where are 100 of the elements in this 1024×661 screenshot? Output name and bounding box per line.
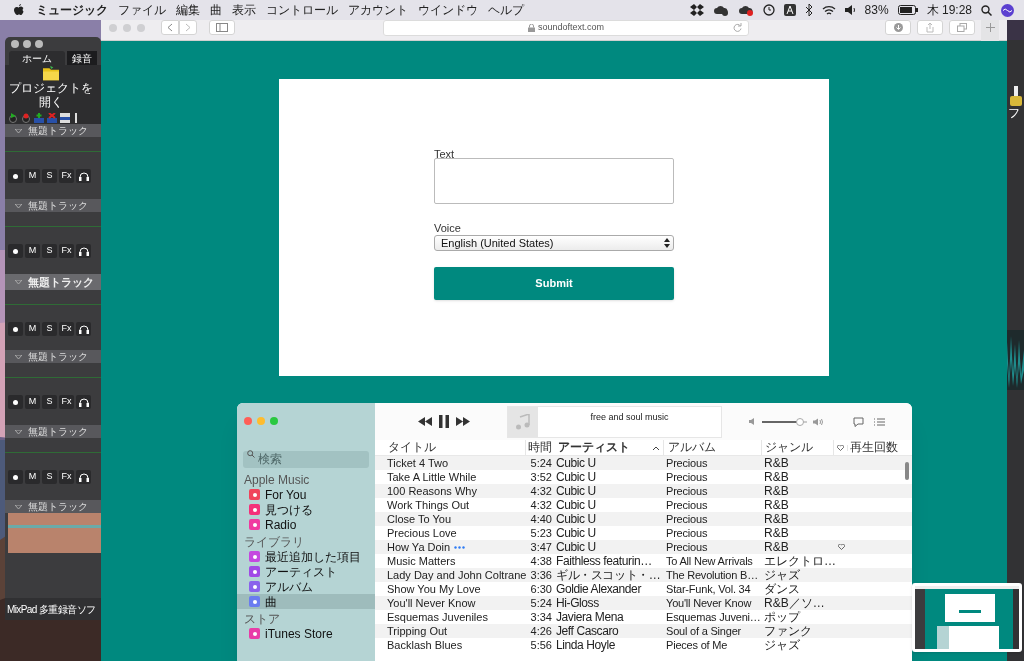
menu-clock[interactable]: 木 19:28: [926, 1, 972, 19]
table-cell[interactable]: Music Matters: [387, 554, 456, 568]
track-button[interactable]: S: [42, 322, 57, 336]
table-cell[interactable]: Work Things Out: [387, 498, 470, 512]
table-cell[interactable]: Precious Love: [387, 526, 457, 540]
table-cell[interactable]: Esquemas Juveniles: [387, 610, 488, 624]
track-button[interactable]: M: [25, 169, 40, 183]
table-cell[interactable]: Close To You: [387, 512, 452, 526]
table-cell-text: Precious: [665, 540, 709, 554]
table-cell-text: Cubic U: [555, 540, 597, 554]
app-menu[interactable]: ミュージック: [36, 1, 108, 19]
table-cell[interactable]: You'll Never Know: [387, 596, 476, 610]
table-cell[interactable]: Backlash Blues: [387, 638, 463, 652]
track-button[interactable]: M: [25, 322, 40, 336]
table-cell-text: Precious: [665, 512, 709, 526]
table-cell-text: R&B: [763, 526, 790, 540]
table-cell-text: 4:40: [529, 512, 552, 526]
track-button[interactable]: S: [42, 470, 57, 484]
track-header[interactable]: 無題トラック: [5, 199, 101, 212]
table-cell-text: ジャズ: [763, 568, 801, 582]
table-cell-text: R&B: [763, 470, 790, 484]
table-cell[interactable]: Lady Day and John Coltrane: [387, 568, 527, 582]
track-button[interactable]: M: [25, 395, 40, 409]
sidebar-item[interactable]: iTunes Store: [237, 626, 375, 641]
table-cell-text: 4:38: [529, 554, 552, 568]
table-cell[interactable]: Show You My Love: [387, 582, 481, 596]
battery-percentage: 83%: [864, 2, 889, 19]
track-header[interactable]: 無題トラック: [5, 350, 101, 363]
track-name: 無題トラック: [28, 124, 88, 138]
submit-button[interactable]: Submit: [434, 267, 674, 300]
table-cell-text: 5:23: [529, 526, 552, 540]
track-header[interactable]: 無題トラック: [5, 500, 101, 513]
table-cell-text: Cubic U: [555, 526, 597, 540]
table-cell-text: Precious: [665, 484, 709, 498]
track-name: 無題トラック: [28, 500, 88, 514]
tab[interactable]: 録音: [67, 51, 97, 65]
menu-item[interactable]: ヘルプ: [488, 1, 524, 19]
track-header[interactable]: 無題トラック: [5, 425, 101, 438]
table-cell-text: Faithless featurin…: [555, 554, 653, 568]
track-button[interactable]: S: [42, 169, 57, 183]
column-header[interactable]: タイトル: [387, 440, 526, 455]
table-cell-text: Goldie Alexander: [555, 582, 643, 596]
track-button[interactable]: M: [25, 244, 40, 258]
menu-item[interactable]: アカウント: [348, 1, 408, 19]
sidebar-item[interactable]: 見つける: [237, 502, 375, 517]
track-header[interactable]: 無題トラック: [5, 124, 101, 137]
track-header[interactable]: 無題トラック: [5, 274, 101, 290]
menu-item[interactable]: 表示: [232, 1, 256, 19]
column-header[interactable]: アルバム: [664, 440, 762, 455]
column-header[interactable]: アーティスト: [558, 440, 630, 455]
table-cell-text: You'll Never Know: [665, 596, 753, 610]
column-header[interactable]: 時間: [526, 440, 552, 455]
table-cell-text: ダンス: [763, 582, 801, 596]
table-cell-text: Star-Funk, Vol. 34: [665, 582, 752, 596]
table-cell-text: R&B: [763, 498, 790, 512]
column-header[interactable]: 再生回数: [848, 440, 900, 455]
menu-item[interactable]: 編集: [176, 1, 200, 19]
menu-item[interactable]: ウインドウ: [418, 1, 478, 19]
sidebar-item[interactable]: 最近追加した項目: [237, 549, 375, 564]
track-button[interactable]: M: [25, 470, 40, 484]
table-cell-text: 3:52: [529, 470, 552, 484]
table-cell-text: ジャズ: [763, 638, 801, 652]
section-label: Apple Music: [243, 473, 311, 487]
column-header[interactable]: ジャンル: [762, 440, 834, 455]
table-cell-text: Cubic U: [555, 470, 597, 484]
sidebar-item[interactable]: For You: [237, 487, 375, 502]
track-button[interactable]: S: [42, 395, 57, 409]
track-button[interactable]: Fx: [59, 244, 74, 258]
table-cell-text: Hi-Gloss: [555, 596, 600, 610]
table-cell-text: 5:56: [529, 638, 552, 652]
sidebar-item[interactable]: アーティスト: [237, 564, 375, 579]
table-cell-text: 5:24: [529, 596, 552, 610]
track-button[interactable]: Fx: [59, 322, 74, 336]
track-button[interactable]: Fx: [59, 395, 74, 409]
table-cell-text: 4:32: [529, 484, 552, 498]
search-field[interactable]: 検索: [243, 450, 369, 468]
table-cell[interactable]: Tripping Out: [387, 624, 448, 638]
track-button[interactable]: Fx: [59, 169, 74, 183]
table-cell-text: Cubic U: [555, 498, 597, 512]
sidebar-item[interactable]: 曲: [237, 594, 375, 609]
table-cell-text: Cubic U: [555, 456, 597, 470]
tab[interactable]: ホーム: [9, 51, 65, 65]
sidebar-item[interactable]: アルバム: [237, 579, 375, 594]
table-cell[interactable]: How Ya Doin: [387, 540, 451, 554]
field-label: Text: [434, 147, 456, 160]
table-cell[interactable]: 100 Reasons Why: [387, 484, 477, 498]
sidebar-item[interactable]: Radio: [237, 517, 375, 532]
table-cell-text: Pieces of Me: [665, 638, 729, 652]
menu-item[interactable]: 曲: [210, 1, 222, 19]
menu-item[interactable]: コントロール: [266, 1, 338, 19]
track-button[interactable]: S: [42, 244, 57, 258]
table-cell-text: R&B: [763, 512, 790, 526]
table-cell[interactable]: Take A Little While: [387, 470, 477, 484]
table-cell-text: ファンク: [763, 624, 813, 638]
table-cell-text: Linda Hoyle: [555, 638, 616, 652]
table-cell[interactable]: Ticket 4 Two: [387, 456, 449, 470]
menu-item[interactable]: ファイル: [118, 1, 166, 19]
table-cell-text: Cubic U: [555, 512, 597, 526]
track-button[interactable]: Fx: [59, 470, 74, 484]
voice-select[interactable]: English (United States): [434, 235, 674, 251]
